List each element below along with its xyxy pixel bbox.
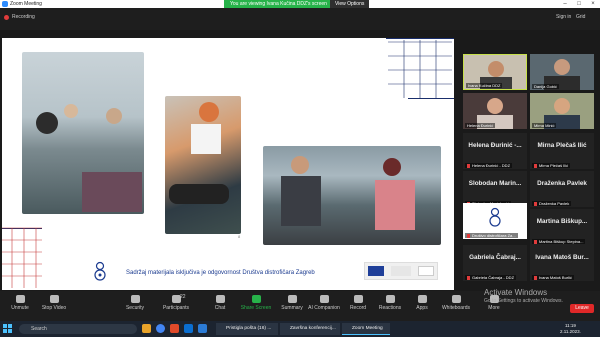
participant-name: Mirna Minić xyxy=(532,123,557,128)
participant-tile[interactable]: Helena Đurinić -... Helena Đurinić - DDZ xyxy=(463,133,527,169)
recording-label: Recording xyxy=(12,14,35,20)
microphone-muted-icon xyxy=(15,295,25,303)
whiteboards-button[interactable]: Whiteboards xyxy=(436,295,476,311)
taskbar-search[interactable]: Search xyxy=(19,324,137,334)
participant-display-name: Gabriela Čabraj... xyxy=(469,254,521,261)
maximize-icon[interactable]: □ xyxy=(572,0,586,8)
corner-grid-decoration xyxy=(2,227,42,288)
summary-icon xyxy=(287,295,297,303)
participant-tile[interactable]: Draženka Pavlek Draženka Pavlek xyxy=(530,171,594,207)
participant-name: Helena Đurinić - DDZ xyxy=(472,163,511,168)
muted-mic-icon xyxy=(534,201,537,206)
muted-mic-icon xyxy=(534,275,537,280)
stop-video-button[interactable]: Stop Video xyxy=(34,295,74,311)
smiley-icon xyxy=(385,295,395,303)
participants-gallery: Ivana Kučina DDZ Danija Gobić Helena Đur… xyxy=(460,49,600,281)
slide-page-mark: 8 xyxy=(238,234,241,239)
participant-tile[interactable]: Društvo distrofičara Za... xyxy=(463,203,527,239)
grid-view-button[interactable]: Grid xyxy=(576,14,585,20)
chat-icon xyxy=(215,295,225,303)
whiteboard-icon xyxy=(451,295,461,303)
taskbar-task[interactable]: Pristigla pošta (16) ... xyxy=(216,323,278,335)
participant-name: Ivana Matoš Burlić xyxy=(539,275,572,280)
muted-mic-icon xyxy=(534,163,537,168)
window-title: Zoom Meeting xyxy=(10,1,42,7)
apps-icon xyxy=(417,295,427,303)
muted-mic-icon xyxy=(467,163,470,168)
muted-mic-icon xyxy=(467,233,470,238)
participant-tile[interactable]: Gabriela Čabraj... Gabriela Čabraja - DD… xyxy=(463,245,527,281)
photo-group-session xyxy=(22,52,144,214)
video-tile[interactable]: Ivana Kučina DDZ xyxy=(463,54,527,90)
security-button[interactable]: Security xyxy=(115,295,155,311)
close-icon[interactable]: × xyxy=(586,0,600,8)
sign-in-link[interactable]: Sign in xyxy=(556,14,571,20)
minimize-icon[interactable]: – xyxy=(558,0,572,8)
corner-grid-decoration-right xyxy=(388,40,452,98)
video-tile[interactable]: Mirna Minić xyxy=(530,93,594,129)
participant-name: Gabriela Čabraja - DDZ xyxy=(472,275,515,280)
muted-mic-icon xyxy=(467,275,470,280)
chat-button[interactable]: Chat xyxy=(200,295,240,311)
view-options-button[interactable]: View Options xyxy=(330,0,370,8)
participant-display-name: Martina Biškup... xyxy=(536,218,588,225)
participant-display-name: Draženka Pavlek xyxy=(537,180,587,187)
slide-caption: Sadržaj materijala isključiva je odgovor… xyxy=(126,270,315,276)
chrome-icon[interactable] xyxy=(156,324,165,333)
participant-name: Ivana Kučina DDZ xyxy=(466,83,503,88)
clock-date: 2.11.2023. xyxy=(560,329,581,334)
photo-conversation xyxy=(263,146,441,245)
outlook-icon[interactable] xyxy=(184,324,193,333)
shield-icon xyxy=(130,295,140,303)
participant-display-name: Slobodan Marin... xyxy=(468,180,522,187)
share-screen-icon xyxy=(251,295,261,303)
participant-tile[interactable]: Mirna Plečaš Ilić Mirna Plečaš Ilić xyxy=(530,133,594,169)
camera-icon xyxy=(49,295,59,303)
record-icon xyxy=(353,295,363,303)
leave-button[interactable]: Leave xyxy=(570,304,594,313)
ddz-logo-icon xyxy=(489,207,501,227)
participants-button[interactable]: Participants xyxy=(156,295,196,311)
participants-count: 22 xyxy=(180,294,186,300)
participant-tile[interactable]: Slobodan Marin... Slobodan Marinković xyxy=(463,171,527,207)
participant-tile[interactable]: Martina Biškup... Martina Biškup Stepina… xyxy=(530,209,594,245)
participant-name: Draženka Pavlek xyxy=(539,201,570,206)
windows-start-icon[interactable] xyxy=(3,324,13,334)
video-tile[interactable]: Helena Đurinić xyxy=(463,93,527,129)
meeting-topbar: Recording xyxy=(0,8,600,30)
participant-name: Helena Đurinić xyxy=(465,123,496,128)
taskbar-task[interactable]: Završna konferencij... xyxy=(280,323,340,335)
record-dot-icon xyxy=(4,14,9,20)
photo-therapy xyxy=(165,96,241,234)
app-icon[interactable] xyxy=(170,324,179,333)
eu-funding-logos xyxy=(364,262,438,280)
taskbar-task[interactable]: Zoom Meeting xyxy=(342,323,390,335)
participant-display-name: Helena Đurinić -... xyxy=(468,142,522,149)
screen-share-banner: You are viewing Ivana Kučina DDZ's scree… xyxy=(224,0,333,8)
zoom-logo-icon xyxy=(2,1,8,7)
participant-name: Martina Biškup Stepina... xyxy=(539,239,584,244)
participant-name: Danija Gobić xyxy=(532,84,559,89)
participant-name: Društvo distrofičara Za... xyxy=(472,233,516,238)
file-explorer-icon[interactable] xyxy=(142,324,151,333)
participant-display-name: Ivana Matoš Bur... xyxy=(535,254,589,261)
activate-windows-hint: Go to Settings to activate Windows. xyxy=(484,298,563,304)
recording-indicator[interactable]: Recording xyxy=(4,14,35,20)
word-icon[interactable] xyxy=(198,324,207,333)
muted-mic-icon xyxy=(534,239,537,244)
shared-screen: Sadržaj materijala isključiva je odgovor… xyxy=(2,38,454,290)
participant-display-name: Mirna Plečaš Ilić xyxy=(537,142,587,149)
taskbar-clock[interactable]: 11:19 2.11.2023. xyxy=(560,323,581,335)
share-screen-button[interactable]: Share Screen xyxy=(236,295,276,311)
ddz-logo-icon xyxy=(92,260,108,282)
windows-taskbar: Search Pristigla pošta (16) ... Završna … xyxy=(0,321,600,337)
participant-name: Mirna Plečaš Ilić xyxy=(539,163,569,168)
ai-companion-icon xyxy=(319,295,329,303)
activate-windows-watermark: Activate Windows xyxy=(484,288,548,297)
participant-tile[interactable]: Ivana Matoš Bur... Ivana Matoš Burlić xyxy=(530,245,594,281)
video-tile[interactable]: Danija Gobić xyxy=(530,54,594,90)
